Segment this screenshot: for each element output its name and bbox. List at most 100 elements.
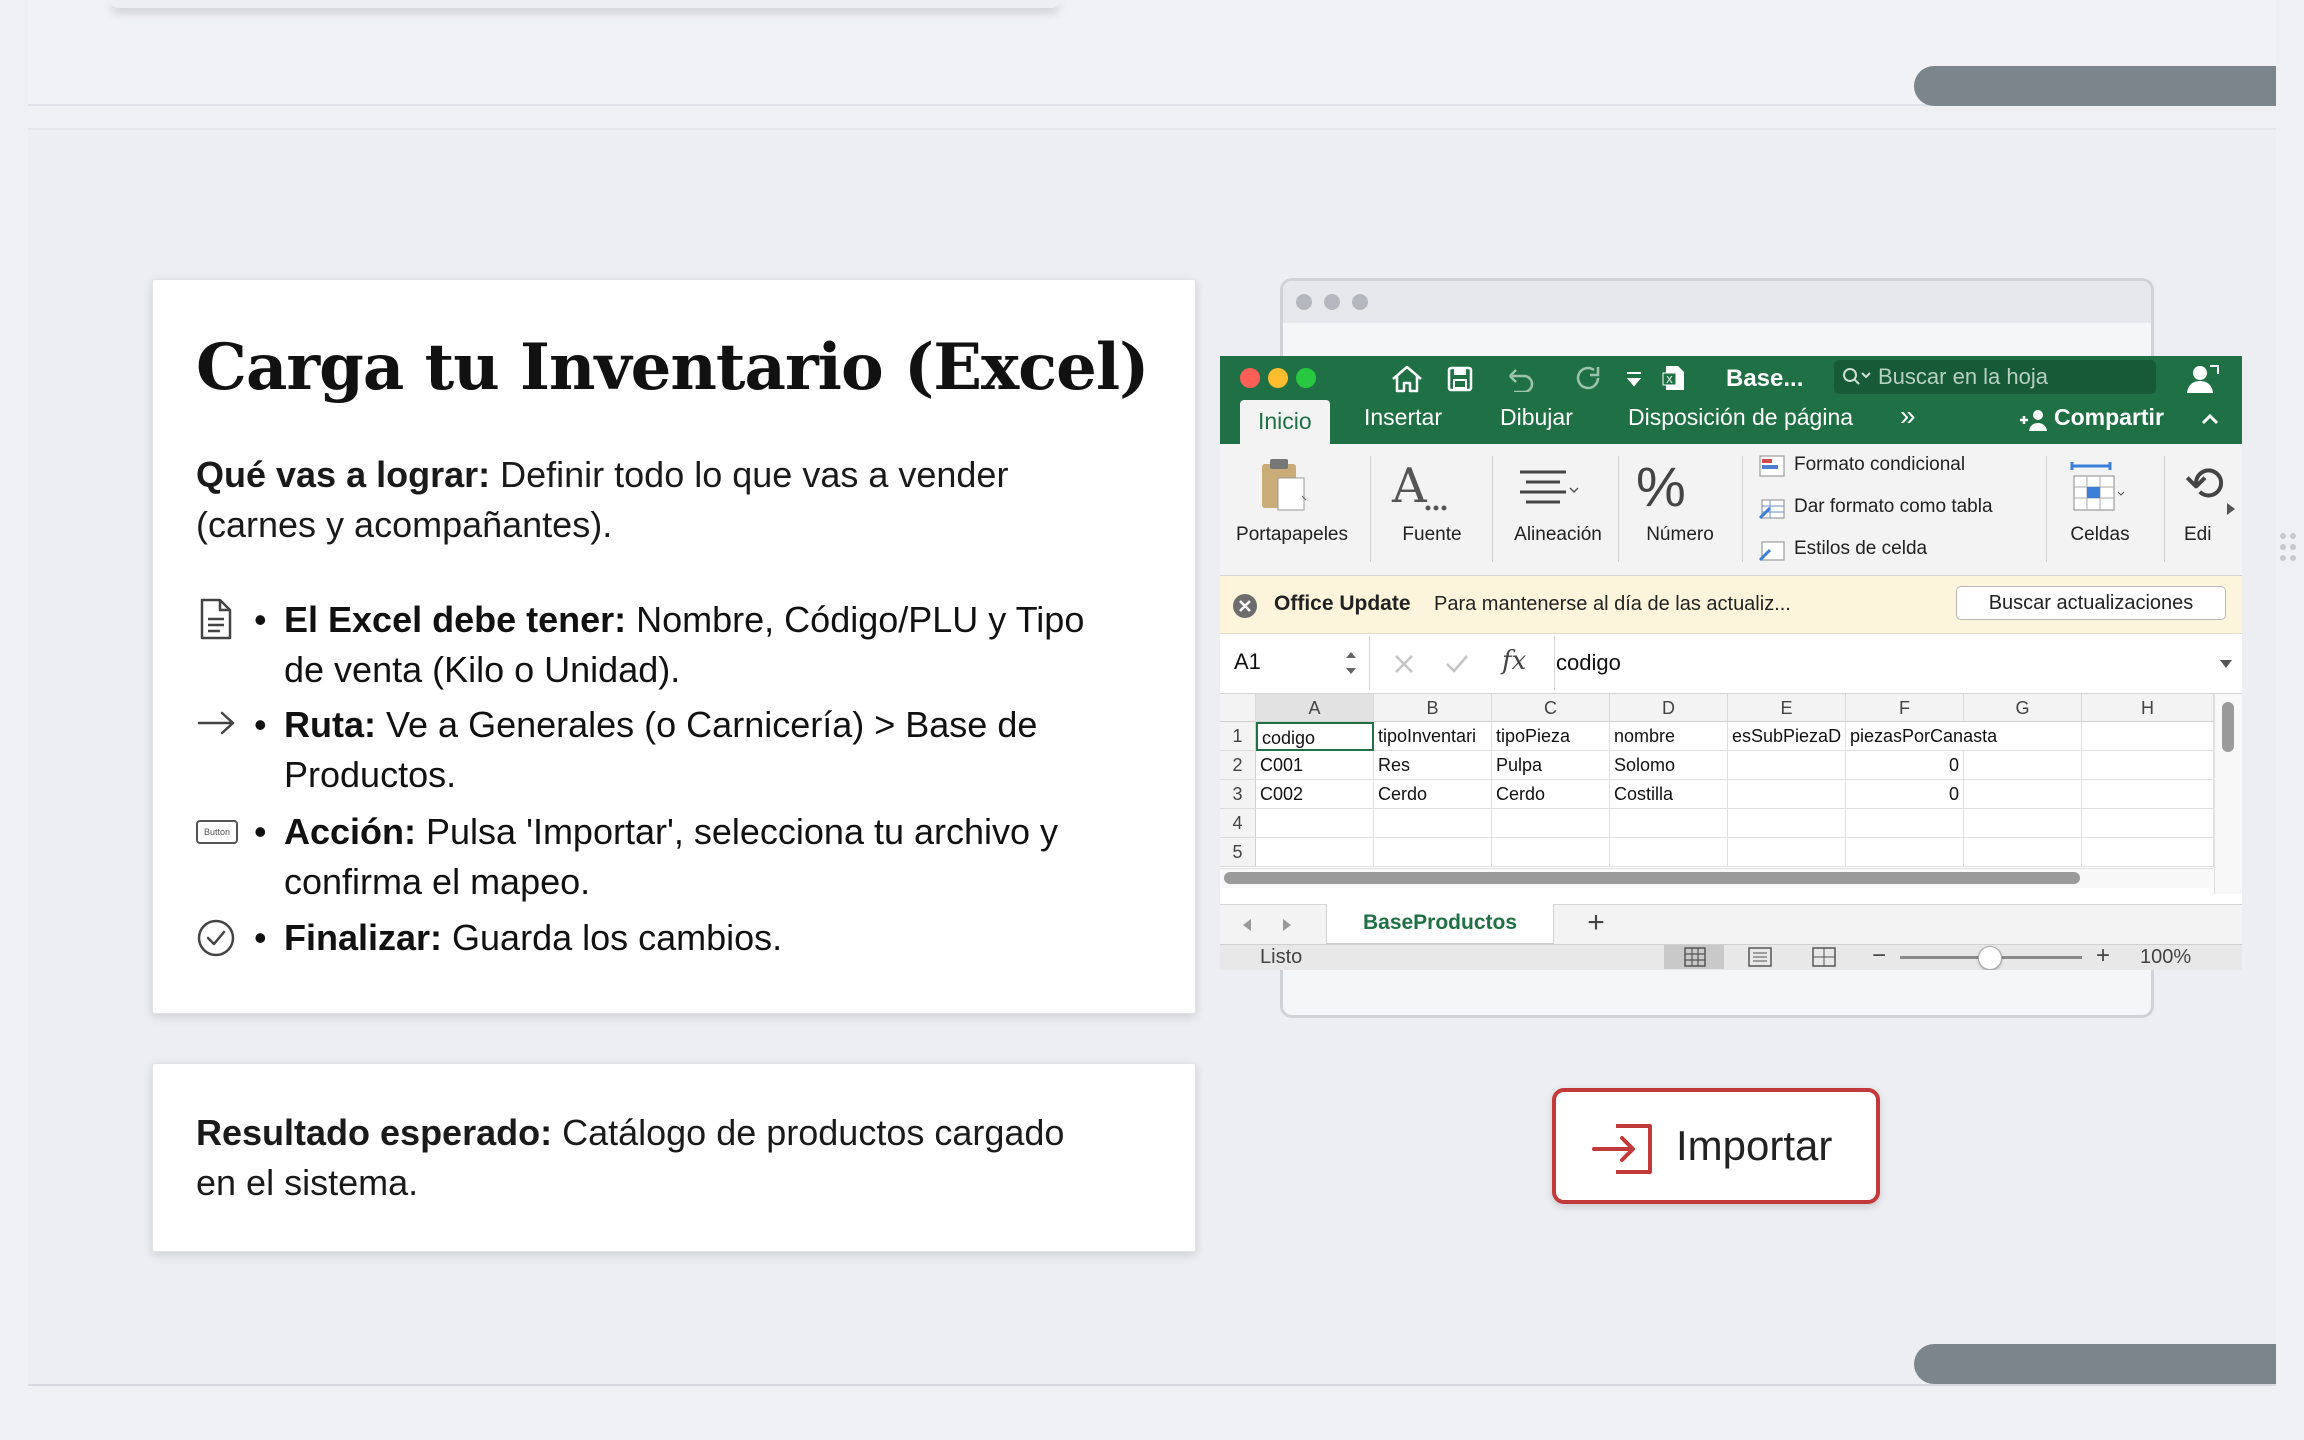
paste-icon[interactable] [1258, 456, 1310, 514]
cell-b4[interactable] [1374, 809, 1492, 838]
close-window-button[interactable] [1240, 368, 1260, 388]
tab-disposicion[interactable]: Disposición de página [1628, 404, 1853, 431]
cell-e5[interactable] [1728, 838, 1846, 867]
column-header[interactable]: E [1728, 694, 1846, 722]
cell-g5[interactable] [1964, 838, 2082, 867]
sheet-tab-baseproductos[interactable]: BaseProductos [1326, 904, 1554, 944]
next-sheet-icon[interactable] [1280, 916, 1294, 934]
numero-label[interactable]: Número [1618, 524, 1742, 546]
cell-f5[interactable] [1846, 838, 1964, 867]
column-header[interactable]: D [1610, 694, 1728, 722]
column-header[interactable]: G [1964, 694, 2082, 722]
row-header[interactable]: 5 [1220, 838, 1256, 867]
cell-h3[interactable] [2082, 780, 2214, 809]
ribbon-scroll-right-icon[interactable] [2224, 500, 2238, 518]
cell-d4[interactable] [1610, 809, 1728, 838]
cancel-entry-icon[interactable] [1392, 652, 1416, 676]
percent-icon[interactable]: % [1636, 454, 1686, 519]
edit-icon[interactable]: ⟲ [2184, 456, 2224, 512]
cell-e1[interactable]: esSubPiezaD [1728, 722, 1846, 751]
font-icon[interactable]: A [1390, 462, 1450, 514]
search-sheet-field[interactable]: Buscar en la hoja [1834, 360, 2156, 394]
vertical-scrollbar[interactable] [2222, 702, 2234, 752]
column-header[interactable]: B [1374, 694, 1492, 722]
name-box-stepper-icon[interactable] [1344, 648, 1358, 678]
cell-g3[interactable] [1964, 780, 2082, 809]
cell-e2[interactable] [1728, 751, 1846, 780]
dar-formato-tabla-button[interactable]: Dar formato como tabla [1794, 496, 1993, 518]
zoom-slider-thumb[interactable] [1978, 946, 2002, 970]
dismiss-icon[interactable] [1232, 593, 1258, 619]
cells-icon[interactable] [2068, 460, 2126, 514]
cell-c1[interactable]: tipoPieza [1492, 722, 1610, 751]
column-header[interactable]: C [1492, 694, 1610, 722]
minimize-window-button[interactable] [1268, 368, 1288, 388]
import-button[interactable]: Importar [1552, 1088, 1880, 1204]
more-tabs-icon[interactable]: » [1900, 400, 1916, 432]
alineacion-label[interactable]: Alineación [1492, 524, 1624, 546]
add-sheet-button[interactable]: + [1576, 904, 1616, 944]
cell-c4[interactable] [1492, 809, 1610, 838]
portapapeles-label[interactable]: Portapapeles [1232, 524, 1352, 546]
cell-b1[interactable]: tipoInventari [1374, 722, 1492, 751]
tab-insertar[interactable]: Insertar [1364, 404, 1442, 431]
cell-a3[interactable]: C002 [1256, 780, 1374, 809]
confirm-entry-icon[interactable] [1444, 652, 1470, 676]
cell-d1[interactable]: nombre [1610, 722, 1728, 751]
cell-c3[interactable]: Cerdo [1492, 780, 1610, 809]
expand-formula-icon[interactable] [2218, 658, 2234, 670]
cell-h2[interactable] [2082, 751, 2214, 780]
estilos-celda-button[interactable]: Estilos de celda [1794, 538, 1927, 560]
cell-b2[interactable]: Res [1374, 751, 1492, 780]
cell-e4[interactable] [1728, 809, 1846, 838]
cell-h1[interactable] [2082, 722, 2214, 751]
formato-condicional-button[interactable]: Formato condicional [1794, 454, 1965, 476]
cell-a4[interactable] [1256, 809, 1374, 838]
cell-d3[interactable]: Costilla [1610, 780, 1728, 809]
column-header[interactable]: F [1846, 694, 1964, 722]
tab-dibujar[interactable]: Dibujar [1500, 404, 1573, 431]
column-header[interactable]: H [2082, 694, 2214, 722]
customize-toolbar-icon[interactable] [1624, 370, 1644, 390]
row-header[interactable]: 4 [1220, 809, 1256, 838]
undo-icon[interactable] [1502, 366, 1542, 392]
tab-inicio[interactable]: Inicio [1240, 400, 1330, 444]
zoom-out-button[interactable]: − [1872, 942, 1886, 970]
normal-view-button[interactable] [1664, 945, 1724, 969]
cell-b3[interactable]: Cerdo [1374, 780, 1492, 809]
cell-d5[interactable] [1610, 838, 1728, 867]
cell-d2[interactable]: Solomo [1610, 751, 1728, 780]
zoom-in-button[interactable]: + [2096, 942, 2110, 970]
save-icon[interactable] [1446, 365, 1474, 393]
cell-f2[interactable]: 0 [1846, 751, 1964, 780]
drag-handle-icon[interactable] [2278, 530, 2298, 564]
previous-sheet-icon[interactable] [1240, 916, 1254, 934]
cell-h4[interactable] [2082, 809, 2214, 838]
column-header[interactable]: A [1256, 694, 1374, 722]
collapse-ribbon-icon[interactable] [2200, 412, 2220, 426]
cell-c2[interactable]: Pulpa [1492, 751, 1610, 780]
row-header[interactable]: 1 [1220, 722, 1256, 751]
row-header[interactable]: 2 [1220, 751, 1256, 780]
fx-icon[interactable]: fx [1502, 646, 1526, 676]
cell-a1[interactable]: codigo [1256, 722, 1374, 751]
redo-icon[interactable] [1574, 364, 1604, 394]
horizontal-scrollbar[interactable] [1224, 872, 2080, 884]
cell-f1[interactable]: piezasPorCanasta [1846, 722, 2082, 751]
share-button[interactable]: Compartir [2054, 404, 2164, 431]
account-icon[interactable] [2186, 364, 2220, 394]
cell-g2[interactable] [1964, 751, 2082, 780]
align-icon[interactable] [1516, 468, 1580, 508]
cell-g4[interactable] [1964, 809, 2082, 838]
cell-f4[interactable] [1846, 809, 1964, 838]
maximize-window-button[interactable] [1296, 368, 1316, 388]
cell-c5[interactable] [1492, 838, 1610, 867]
edicion-label[interactable]: Edi [2184, 524, 2224, 546]
home-icon[interactable] [1390, 364, 1424, 394]
cell-f3[interactable]: 0 [1846, 780, 1964, 809]
name-box[interactable]: A1 [1220, 636, 1370, 690]
check-updates-button[interactable]: Buscar actualizaciones [1956, 586, 2226, 620]
cell-a5[interactable] [1256, 838, 1374, 867]
cell-h5[interactable] [2082, 838, 2214, 867]
fuente-label[interactable]: Fuente [1370, 524, 1494, 546]
